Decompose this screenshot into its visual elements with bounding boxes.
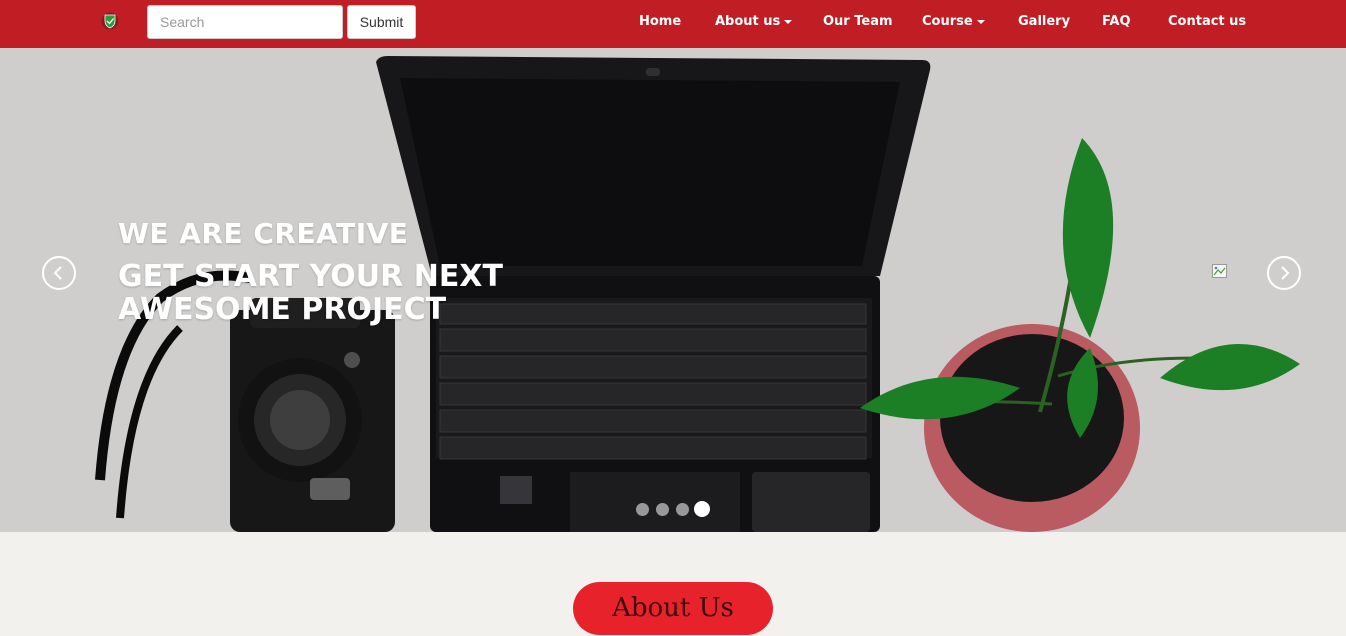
about-us-button[interactable]: About Us <box>573 582 773 635</box>
nav-home[interactable]: Home <box>639 0 681 44</box>
carousel-indicator-3[interactable] <box>676 503 689 516</box>
chevron-left-icon <box>53 266 62 280</box>
broken-image-icon <box>1212 264 1227 278</box>
nav-about-us-label: About us <box>715 14 781 29</box>
nav-about-us[interactable]: About us <box>715 0 793 44</box>
nav-home-label: Home <box>639 14 682 29</box>
nav-our-team-label: Our Team <box>823 14 893 29</box>
hero-subtitle: WE ARE CREATIVE <box>118 217 409 250</box>
submit-button[interactable]: Submit <box>347 5 416 39</box>
hero-carousel: WE ARE CREATIVE GET START YOUR NEXT AWES… <box>0 48 1346 532</box>
nav-faq[interactable]: FAQ <box>1102 0 1131 44</box>
shield-logo-icon[interactable] <box>101 11 119 31</box>
caret-down-icon <box>976 19 985 24</box>
nav-gallery[interactable]: Gallery <box>1018 0 1070 44</box>
nav-our-team[interactable]: Our Team <box>823 0 893 44</box>
search-input[interactable] <box>147 5 343 39</box>
carousel-prev-button[interactable] <box>42 256 76 290</box>
nav-gallery-label: Gallery <box>1018 14 1071 29</box>
carousel-next-button[interactable] <box>1267 256 1301 290</box>
carousel-indicator-1[interactable] <box>636 503 649 516</box>
carousel-indicator-4[interactable] <box>694 501 710 517</box>
chevron-right-icon <box>1281 266 1290 280</box>
nav-contact-us-label: Contact us <box>1168 14 1247 29</box>
carousel-indicator-2[interactable] <box>656 503 669 516</box>
top-navbar: Submit Home About us Our Team Course Gal… <box>0 0 1346 48</box>
nav-course[interactable]: Course <box>922 0 985 44</box>
hero-title: GET START YOUR NEXT AWESOME PROJECT <box>118 259 503 327</box>
nav-contact-us[interactable]: Contact us <box>1168 0 1246 44</box>
caret-down-icon <box>784 19 793 24</box>
nav-course-label: Course <box>922 14 973 29</box>
nav-faq-label: FAQ <box>1102 14 1131 29</box>
